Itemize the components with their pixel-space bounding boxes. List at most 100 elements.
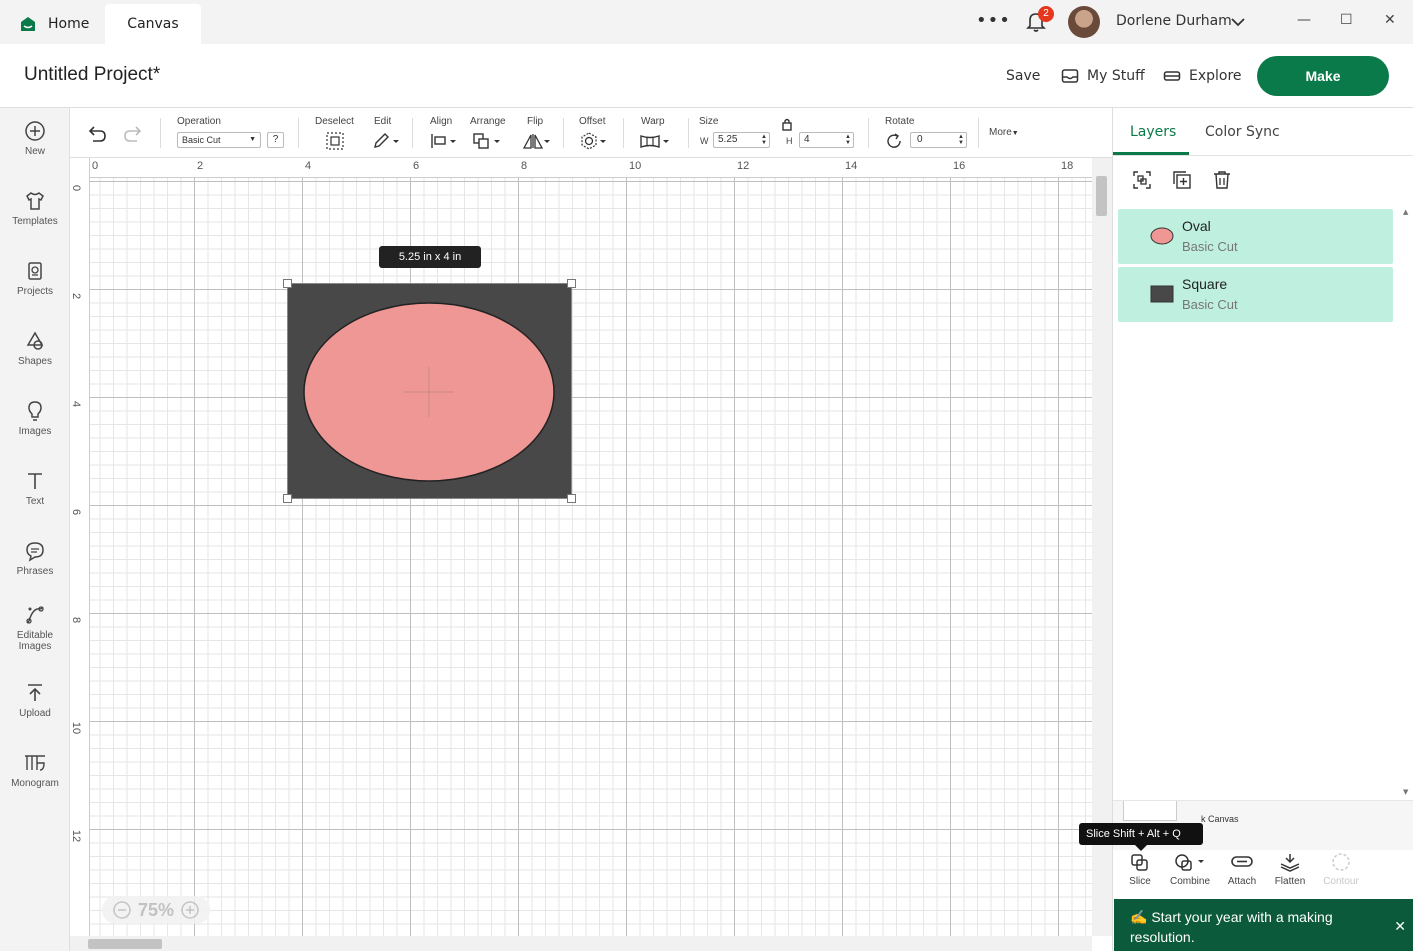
combine-button[interactable]: Combine [1167,852,1213,887]
trash-icon[interactable] [1212,170,1232,190]
more-button[interactable]: More▼ [989,127,1019,138]
toolbar-divider [298,118,299,148]
attach-button[interactable]: Attach [1226,852,1258,887]
my-stuff-button[interactable]: My Stuff [1061,68,1145,84]
sidebar-item-images[interactable]: Images [0,400,70,437]
operation-label: Operation [177,116,221,127]
resize-handle[interactable] [567,279,576,288]
flatten-button[interactable]: Flatten [1273,852,1307,887]
combine-icon [1175,854,1204,871]
toolbar-divider [412,118,413,148]
canvas-vertical-scroll-thumb[interactable] [1096,176,1107,216]
make-button[interactable]: Make [1257,56,1389,96]
ruler-top-label: 18 [1061,160,1074,172]
tab-layers[interactable]: Layers [1130,124,1176,140]
redo-icon[interactable] [122,125,144,143]
ruler-top-label: 2 [197,160,204,172]
sidebar-item-text[interactable]: Text [0,470,70,507]
user-name[interactable]: Dorlene Durham [1116,13,1232,29]
avatar[interactable] [1068,6,1100,38]
toolbar-divider [868,118,869,148]
sidebar-item-shapes[interactable]: Shapes [0,330,70,367]
blank-canvas-label: k Canvas [1201,814,1239,824]
operation-help-button[interactable]: ? [267,132,284,148]
contour-button[interactable]: Contour [1321,852,1361,887]
canvas-horizontal-scrollbar[interactable] [70,936,1092,951]
explore-icon [1163,71,1181,81]
sidebar-item-phrases[interactable]: Phrases [0,540,70,577]
resize-handle[interactable] [283,494,292,503]
promo-banner[interactable]: ✍ Start your year with a making resoluti… [1114,899,1413,951]
sidebar-item-editable-images[interactable]: Editable Images [0,604,70,652]
canvas-vertical-scrollbar[interactable] [1092,158,1112,936]
duplicate-icon[interactable] [1172,170,1192,190]
edit-label: Edit [374,116,392,127]
offset-label: Offset [579,116,606,127]
align-icon[interactable] [430,132,458,150]
resize-handle[interactable] [567,494,576,503]
zoom-in-icon[interactable] [180,900,200,920]
canvas-grid[interactable] [90,178,1092,936]
width-input[interactable]: 5.25 ▲ ▼ [713,132,770,148]
sidebar-label-editable-images: Editable Images [16,630,54,652]
canvas-horizontal-scroll-thumb[interactable] [88,939,162,949]
chevron-down-icon[interactable] [1230,14,1246,30]
edit-pencil-icon[interactable] [372,132,400,150]
scroll-down-icon[interactable]: ▼ [1403,788,1408,796]
close-window-button[interactable]: ✕ [1384,12,1396,28]
ruler-top-label: 4 [305,160,312,172]
layer-item-oval[interactable]: Oval Basic Cut [1118,209,1393,264]
save-button[interactable]: Save [1006,68,1040,84]
undo-icon[interactable] [86,125,108,143]
explore-button[interactable]: Explore [1163,68,1242,84]
offset-icon[interactable] [580,132,608,150]
height-stepper-icon[interactable]: ▲ ▼ [845,134,851,146]
more-options-icon[interactable]: ••• [976,10,1011,31]
zoom-out-icon[interactable] [112,900,132,920]
warp-icon[interactable] [639,132,671,150]
layer-item-square[interactable]: Square Basic Cut [1118,267,1393,322]
sidebar-item-monogram[interactable]: Monogram [0,752,70,789]
square-shape[interactable] [287,283,572,499]
flip-icon[interactable] [522,132,552,150]
title-bar: Home Canvas ••• 2 Dorlene Durham — ☐ ✕ [0,0,1413,44]
rotate-value: 0 [917,134,923,145]
resize-handle[interactable] [283,279,292,288]
sidebar-item-projects[interactable]: Projects [0,260,70,297]
ruler-top: 0 2 4 6 8 10 12 14 16 18 [70,158,1112,178]
minimize-button[interactable]: — [1297,12,1311,28]
zoom-control: 75% [102,896,210,924]
rotate-stepper-icon[interactable]: ▲ ▼ [958,134,964,146]
caret-down-icon: ▼ [1011,130,1019,137]
inbox-icon [1061,69,1079,83]
sidebar-item-new[interactable]: New [0,120,70,157]
arrange-label: Arrange [470,116,506,127]
blank-canvas-swatch[interactable] [1123,801,1177,821]
operation-select[interactable]: Basic Cut ▼ [177,132,261,148]
banner-close-icon[interactable]: ✕ [1394,916,1406,936]
project-title[interactable]: Untitled Project* [24,64,160,86]
projects-icon [28,262,42,280]
arrange-icon[interactable] [472,132,502,150]
tab-color-sync[interactable]: Color Sync [1205,124,1280,140]
sidebar-item-templates[interactable]: Templates [0,190,70,227]
sidebar-item-upload[interactable]: Upload [0,682,70,719]
flatten-icon [1280,854,1300,872]
lock-icon[interactable] [780,117,794,131]
height-input[interactable]: 4 ▲ ▼ [799,132,854,148]
design-canvas[interactable]: 0 2 4 6 8 10 12 14 16 18 0 2 4 6 8 10 12… [70,158,1112,951]
rotate-icon[interactable] [885,133,903,149]
deselect-icon[interactable] [325,132,345,150]
tab-home[interactable]: Home [8,4,104,44]
maximize-button[interactable]: ☐ [1340,12,1353,28]
deselect-label: Deselect [315,116,354,127]
width-stepper-icon[interactable]: ▲ ▼ [761,134,767,146]
oval-shape[interactable] [302,301,556,483]
group-icon[interactable] [1132,170,1152,190]
slice-button[interactable]: Slice [1127,852,1153,887]
rotate-input[interactable]: 0 ▲ ▼ [910,132,967,148]
tab-canvas[interactable]: Canvas [105,4,201,44]
scroll-up-icon[interactable]: ▲ [1403,208,1408,216]
sidebar-label-phrases: Phrases [16,566,54,577]
layers-scrollbar[interactable]: ▲ ▼ [1400,208,1413,798]
